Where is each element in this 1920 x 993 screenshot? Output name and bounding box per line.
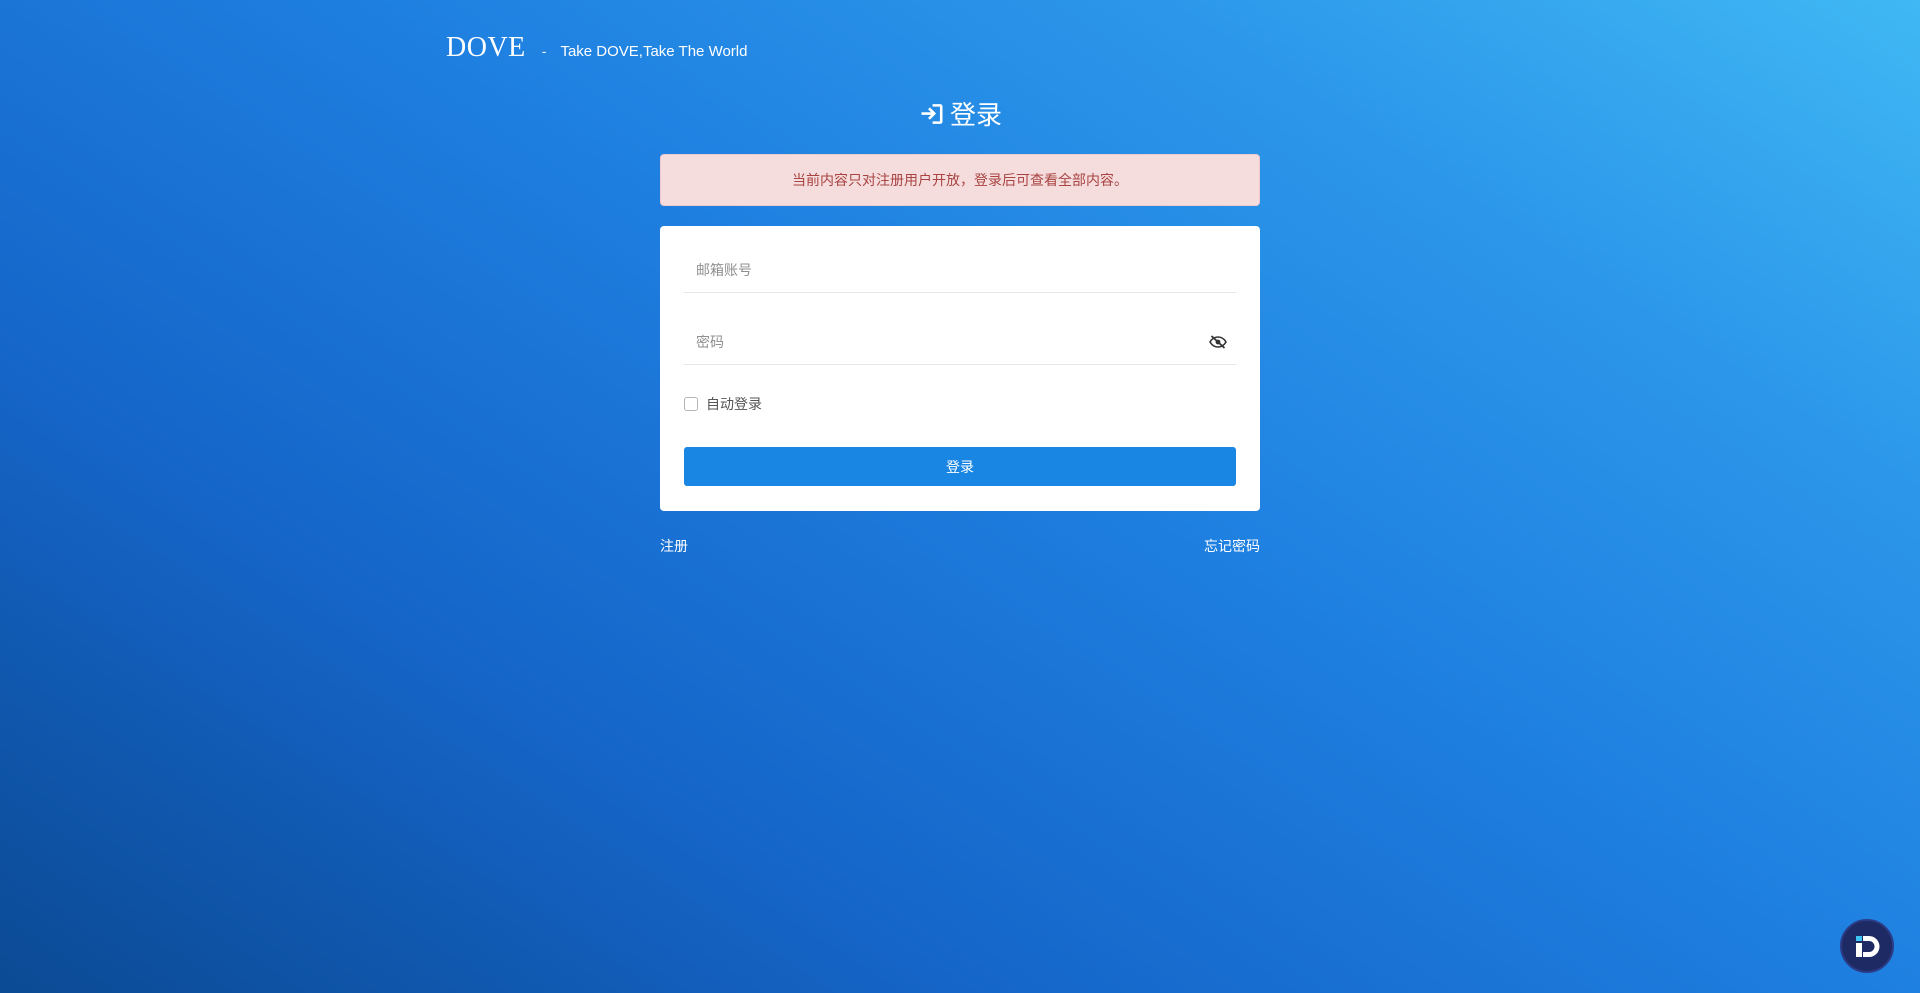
access-alert: 当前内容只对注册用户开放，登录后可查看全部内容。 xyxy=(660,154,1260,206)
auto-login-label: 自动登录 xyxy=(706,396,762,412)
page-title-text: 登录 xyxy=(949,100,1002,130)
auto-login-option[interactable]: 自动登录 xyxy=(684,394,762,414)
brand-header: DOVE - Take DOVE,Take The World xyxy=(446,32,747,72)
email-field-container xyxy=(684,248,1236,293)
page-title: 登录 xyxy=(0,95,1920,132)
alert-message: 当前内容只对注册用户开放，登录后可查看全部内容。 xyxy=(792,172,1128,188)
brand-name[interactable]: DOVE xyxy=(446,32,526,64)
eye-slash-icon[interactable] xyxy=(1208,332,1228,352)
auto-login-checkbox[interactable] xyxy=(684,397,698,411)
forgot-password-link[interactable]: 忘记密码 xyxy=(1204,536,1260,556)
brand-separator: - xyxy=(541,43,547,59)
sign-in-icon xyxy=(918,100,946,128)
login-form: 自动登录 登录 xyxy=(660,226,1260,511)
app-logo-icon[interactable] xyxy=(1840,919,1894,973)
register-link[interactable]: 注册 xyxy=(660,536,688,556)
login-button[interactable]: 登录 xyxy=(684,447,1236,486)
email-input[interactable] xyxy=(684,248,1236,292)
brand-slogan: Take DOVE,Take The World xyxy=(560,43,748,60)
password-field-container xyxy=(684,320,1236,365)
password-input[interactable] xyxy=(684,320,1236,364)
